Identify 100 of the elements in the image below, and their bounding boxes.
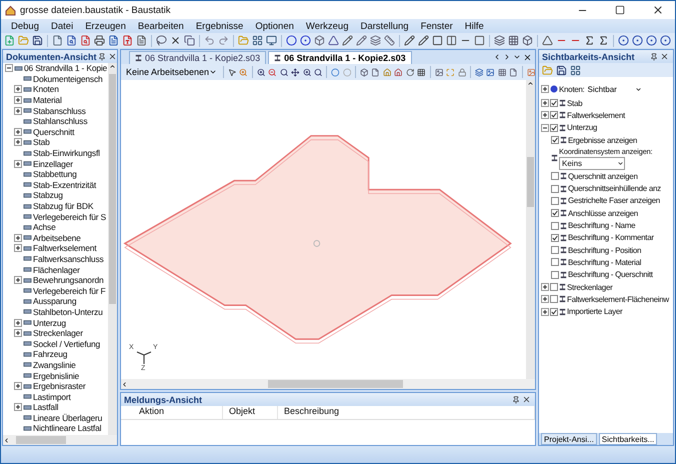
pointer-icon[interactable] (228, 66, 236, 78)
vertical-scrollbar[interactable] (108, 63, 117, 435)
pencil-icon[interactable] (404, 35, 415, 46)
tree-item-label[interactable]: Unterzug (33, 318, 66, 328)
caret-icon[interactable] (209, 68, 218, 76)
arrow-left-icon[interactable] (121, 380, 128, 388)
close-icon[interactable] (170, 35, 181, 46)
image-icon[interactable] (434, 66, 444, 78)
file-icon[interactable] (371, 66, 380, 78)
tree-item-label[interactable]: Nichtlineare Lastfal (33, 423, 102, 434)
tree-item-label[interactable]: Stab (33, 137, 50, 148)
checkbox[interactable] (550, 295, 558, 304)
undo-icon[interactable] (204, 35, 215, 46)
tree-item-label[interactable]: Flächenlager (33, 264, 80, 275)
tree-item-label[interactable]: Faltwerksanschluss (33, 254, 104, 264)
horizontal-scrollbar[interactable] (121, 379, 535, 389)
tree-item-label[interactable]: Achse (33, 222, 56, 232)
panel-tab[interactable]: Projekt-Ansi... (541, 433, 597, 445)
box-icon[interactable] (522, 35, 533, 46)
expand-toggle[interactable] (541, 308, 549, 316)
zoom-icon[interactable] (302, 66, 311, 78)
menu-item[interactable]: Darstellung (354, 20, 415, 32)
tree-item-label[interactable]: 06 Strandvilla 1 - Kopie (24, 63, 108, 74)
column-header[interactable]: Beschreibung (278, 406, 535, 419)
tree-item-label[interactable]: Stahlbeton-Unterzu (33, 306, 103, 317)
expand-toggle[interactable] (541, 85, 549, 93)
tree-item-label[interactable]: Stabzug (33, 190, 63, 200)
checkbox[interactable] (551, 270, 559, 279)
redo-icon[interactable] (218, 35, 229, 46)
checkbox[interactable] (551, 246, 559, 254)
preview-icon[interactable] (80, 35, 91, 46)
sigma-icon[interactable] (584, 35, 595, 46)
copy-icon[interactable] (184, 35, 195, 46)
pdf-icon[interactable] (122, 35, 133, 46)
print-icon[interactable] (94, 35, 105, 46)
column-header[interactable]: Aktion (133, 406, 223, 419)
document-tab[interactable]: 06 Strandvilla 1 - Kopie2.s03 (129, 51, 266, 64)
expand-toggle[interactable] (541, 295, 549, 304)
expand-toggle[interactable] (14, 138, 22, 146)
tree-item-label[interactable]: Stabbettung (33, 169, 77, 180)
expand-toggle[interactable] (14, 96, 22, 104)
checkbox[interactable] (551, 209, 559, 218)
menu-item[interactable]: Werkzeug (300, 20, 354, 32)
expand-toggle[interactable] (541, 111, 549, 120)
expand-toggle[interactable] (5, 64, 13, 72)
scroll-right-icon[interactable] (503, 53, 511, 61)
tree-item-label[interactable]: Verlegebereich für F (33, 286, 106, 296)
menu-item[interactable]: Optionen (249, 20, 300, 32)
lasso-icon[interactable] (156, 35, 167, 46)
triangle-icon[interactable] (328, 35, 339, 46)
rotate-icon[interactable] (406, 66, 414, 78)
tree-item-label[interactable]: Lineare Überlageru (33, 412, 102, 423)
column-header[interactable]: Objekt (223, 406, 278, 419)
checkbox[interactable] (551, 196, 559, 205)
tree-item-label[interactable]: Fahrzeug (33, 349, 68, 360)
checkbox[interactable] (550, 283, 558, 291)
menu-item[interactable]: Hilfe (458, 20, 490, 32)
tree-item-label[interactable]: Zwangslinie (33, 360, 76, 370)
tree-item-label[interactable]: Streckenlager (33, 328, 83, 338)
list-icon[interactable] (570, 64, 581, 76)
panel-icon[interactable] (432, 35, 443, 46)
tree-item-label[interactable]: Lastimport (33, 392, 71, 402)
pencil-icon[interactable] (356, 35, 367, 46)
grid-icon[interactable] (498, 66, 506, 78)
home-icon[interactable] (382, 66, 392, 78)
tree-item-label[interactable]: Aussparung (33, 296, 76, 306)
expand-toggle[interactable] (541, 283, 549, 291)
tree-item-label[interactable]: Bewehrungsanordn (33, 275, 104, 286)
checkbox[interactable] (551, 184, 559, 193)
maximize-icon[interactable] (615, 5, 625, 15)
arrow-up-icon[interactable] (527, 80, 534, 87)
checkbox[interactable] (550, 99, 558, 108)
menu-item[interactable]: Erzeugen (79, 20, 132, 32)
menu-item[interactable]: Bearbeiten (132, 20, 190, 32)
close-icon[interactable] (652, 4, 664, 16)
preview-icon[interactable] (66, 35, 77, 46)
tree-item-label[interactable]: Knoten (33, 84, 59, 94)
monitor-icon[interactable] (266, 35, 277, 46)
tree-item-label[interactable]: Stabzug für BDK (33, 201, 94, 212)
checkbox[interactable] (550, 308, 558, 316)
search-icon[interactable] (280, 66, 288, 78)
checkbox[interactable] (551, 234, 559, 242)
zoom-out-icon[interactable] (268, 66, 277, 78)
horizontal-scrollbar[interactable] (3, 435, 117, 445)
expand-toggle[interactable] (14, 318, 22, 327)
menu-item[interactable]: Ergebnisse (190, 20, 250, 32)
caret-icon[interactable] (634, 86, 642, 92)
panel-tab[interactable]: Sichtbarkeits... (598, 433, 658, 445)
tree-item-label[interactable]: Arbeitsebene (33, 232, 81, 243)
layers-icon[interactable] (474, 66, 484, 78)
columns-icon[interactable] (446, 35, 457, 46)
caret-icon[interactable] (617, 160, 624, 167)
tree-item-label[interactable]: Dokumenteigensch (33, 74, 103, 84)
tree-item-label[interactable]: Stab-Einwirkungsfl (33, 148, 100, 158)
menu-item[interactable]: Fenster (414, 20, 459, 32)
expand-toggle[interactable] (14, 128, 22, 136)
expand-toggle[interactable] (14, 329, 22, 338)
tree-item-label[interactable]: Stahlanschluss (33, 116, 88, 126)
layers-icon[interactable] (494, 35, 505, 46)
expand-toggle[interactable] (14, 276, 22, 284)
